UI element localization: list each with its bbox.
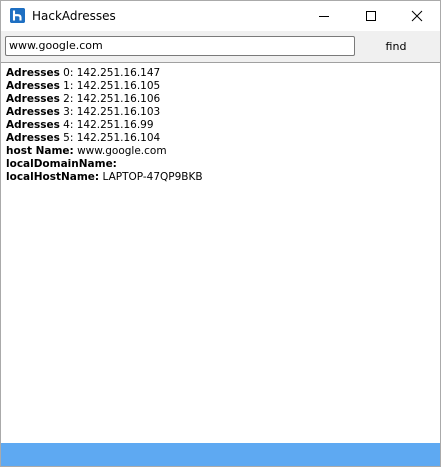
maximize-button[interactable] xyxy=(348,1,394,31)
maximize-icon xyxy=(366,11,376,21)
find-button[interactable]: find xyxy=(360,35,432,58)
minimize-button[interactable] xyxy=(301,1,347,31)
hack-app-icon xyxy=(10,8,25,23)
result-line: localDomainName: xyxy=(6,158,117,170)
result-line: host Name: www.google.com xyxy=(6,145,167,157)
results-panel: Adresses 0: 142.251.16.147 Adresses 1: 1… xyxy=(1,63,440,442)
title-bar[interactable]: HackAdresses xyxy=(1,1,440,31)
window-title: HackAdresses xyxy=(32,9,116,23)
close-button[interactable] xyxy=(394,1,440,31)
result-line: Adresses 4: 142.251.16.99 xyxy=(6,119,154,131)
result-line: Adresses 2: 142.251.16.106 xyxy=(6,93,161,105)
result-line: localHostName: LAPTOP-47QP9BKB xyxy=(6,171,203,183)
status-bar xyxy=(1,443,440,466)
result-line: Adresses 0: 142.251.16.147 xyxy=(6,67,161,79)
search-toolbar: find xyxy=(1,31,440,63)
close-icon xyxy=(411,10,423,22)
result-line: Adresses 3: 142.251.16.103 xyxy=(6,106,161,118)
result-line: Adresses 1: 142.251.16.105 xyxy=(6,80,161,92)
result-line: Adresses 5: 142.251.16.104 xyxy=(6,132,161,144)
app-window: HackAdresses find Adresses 0: 142.251.16… xyxy=(0,0,441,467)
host-input[interactable] xyxy=(5,36,355,56)
results-list: Adresses 0: 142.251.16.147 Adresses 1: 1… xyxy=(6,67,203,184)
minimize-icon xyxy=(319,16,329,17)
